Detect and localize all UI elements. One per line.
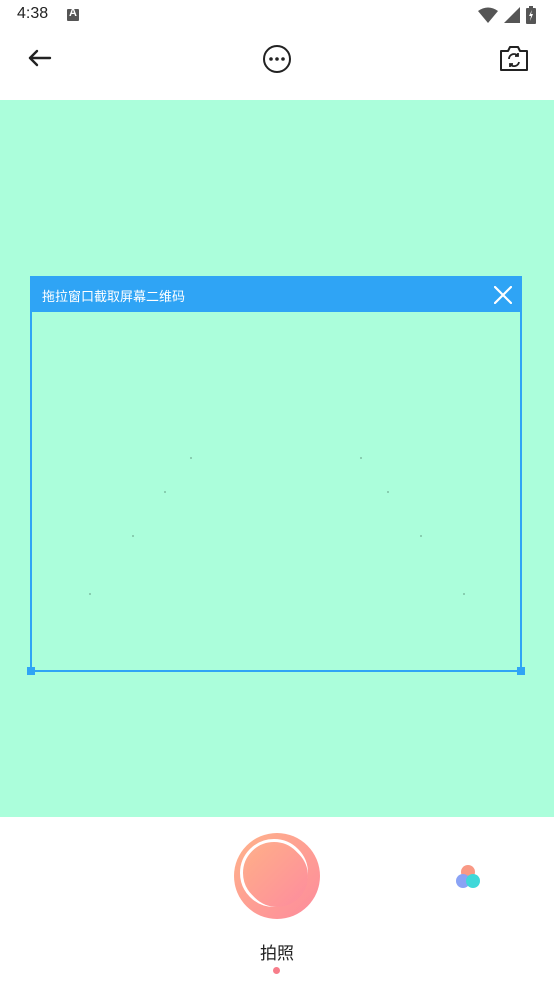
status-time: 4:38 [17, 5, 49, 22]
wifi-icon [478, 7, 498, 23]
notification-a-icon [67, 7, 79, 21]
camera-switch-icon [500, 46, 528, 71]
mode-label-photo[interactable]: 拍照 [0, 939, 554, 964]
qr-crop-window[interactable]: 拖拉窗口截取屏幕二维码 [27, 276, 525, 675]
color-filter-icon [456, 865, 480, 888]
back-button[interactable] [24, 44, 56, 72]
close-icon [493, 285, 513, 305]
crop-window-header[interactable]: 拖拉窗口截取屏幕二维码 [32, 278, 520, 312]
signal-icon [504, 7, 520, 23]
shutter-button[interactable] [234, 833, 320, 919]
crop-resize-handle-bottom-right[interactable] [517, 667, 525, 675]
top-toolbar [0, 30, 554, 101]
mode-indicator-dot [273, 967, 280, 974]
color-filter-button[interactable] [453, 863, 483, 891]
more-options-button[interactable] [262, 44, 292, 74]
arrow-left-icon [28, 49, 52, 67]
battery-icon [526, 6, 536, 24]
bottom-controls: 拍照 [0, 817, 554, 984]
switch-camera-button[interactable] [498, 43, 530, 73]
crop-close-button[interactable] [493, 285, 513, 305]
status-bar: 4:38 [0, 0, 554, 30]
status-icons [478, 6, 536, 24]
shutter-icon [246, 845, 308, 907]
crop-resize-handle-bottom-left[interactable] [27, 667, 35, 675]
crop-window-title: 拖拉窗口截取屏幕二维码 [42, 290, 186, 305]
more-horizontal-icon [263, 45, 291, 73]
